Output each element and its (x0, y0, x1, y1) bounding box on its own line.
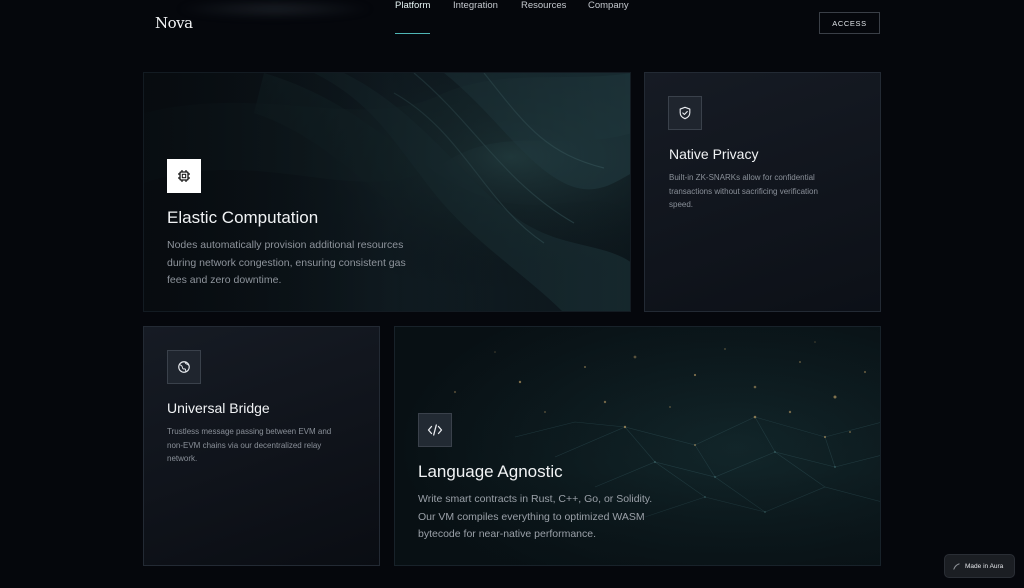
code-icon-box (418, 413, 452, 447)
desc-line: non-EVM chains via our decentralized rel… (167, 440, 322, 450)
desc-line: Our VM compiles everything to optimized … (418, 510, 645, 523)
code-icon (427, 424, 443, 436)
desc-line: network. (167, 454, 198, 464)
desc-line: Write smart contracts in Rust, C++, Go, … (418, 493, 653, 505)
active-nav-indicator (395, 33, 430, 34)
card-title: Language Agnostic (418, 462, 563, 481)
card-title: Native Privacy (669, 146, 759, 162)
shield-check-icon (679, 106, 691, 120)
badge-label: Made in Aura (965, 562, 1004, 570)
landing-page: Nova Platform Integration Resources Comp… (0, 0, 1024, 588)
aura-logo-icon (953, 562, 960, 570)
desc-line: speed. (669, 200, 694, 210)
top-navigation: Nova Platform Integration Resources Comp… (0, 0, 1024, 47)
desc-line: bytecode for near-native performance. (418, 528, 597, 540)
card-description: Built-in ZK-SNARKs allow for confidentia… (669, 171, 818, 212)
desc-line: fees and zero downtime. (167, 274, 282, 286)
nav-item-integration[interactable]: Integration (453, 0, 498, 11)
card-description: Trustless message passing between EVM an… (167, 425, 331, 466)
shield-icon-box (668, 96, 702, 130)
cpu-icon-box (167, 159, 201, 193)
globe-icon-box (167, 350, 201, 384)
card-language-agnostic: Language Agnostic Write smart contracts … (394, 326, 881, 566)
cpu-icon (178, 170, 190, 182)
header-glow (175, 0, 375, 18)
globe-icon (178, 361, 190, 373)
nav-item-resources[interactable]: Resources (521, 0, 566, 11)
desc-line: during network congestion, ensuring cons… (167, 256, 406, 269)
desc-line: Built-in ZK-SNARKs allow for confidentia… (669, 173, 815, 182)
card-elastic-computation: Elastic Computation Nodes automatically … (143, 72, 631, 312)
card-universal-bridge: Universal Bridge Trustless message passi… (143, 326, 380, 566)
access-button[interactable]: ACCESS (819, 12, 880, 34)
card-title: Elastic Computation (167, 208, 319, 227)
made-in-aura-badge[interactable]: Made in Aura (944, 554, 1015, 578)
card-description: Write smart contracts in Rust, C++, Go, … (418, 491, 652, 544)
desc-line: transactions without sacrificing verific… (669, 186, 818, 196)
card-title: Universal Bridge (167, 400, 270, 416)
nova-logo[interactable]: Nova (155, 14, 193, 32)
card-native-privacy: Native Privacy Built-in ZK-SNARKs allow … (644, 72, 881, 312)
desc-line: Trustless message passing between EVM an… (167, 427, 332, 436)
nav-item-company[interactable]: Company (588, 0, 629, 11)
desc-line: Nodes automatically provision additional… (167, 239, 404, 251)
nav-item-platform[interactable]: Platform (395, 0, 430, 11)
card-description: Nodes automatically provision additional… (167, 237, 406, 290)
